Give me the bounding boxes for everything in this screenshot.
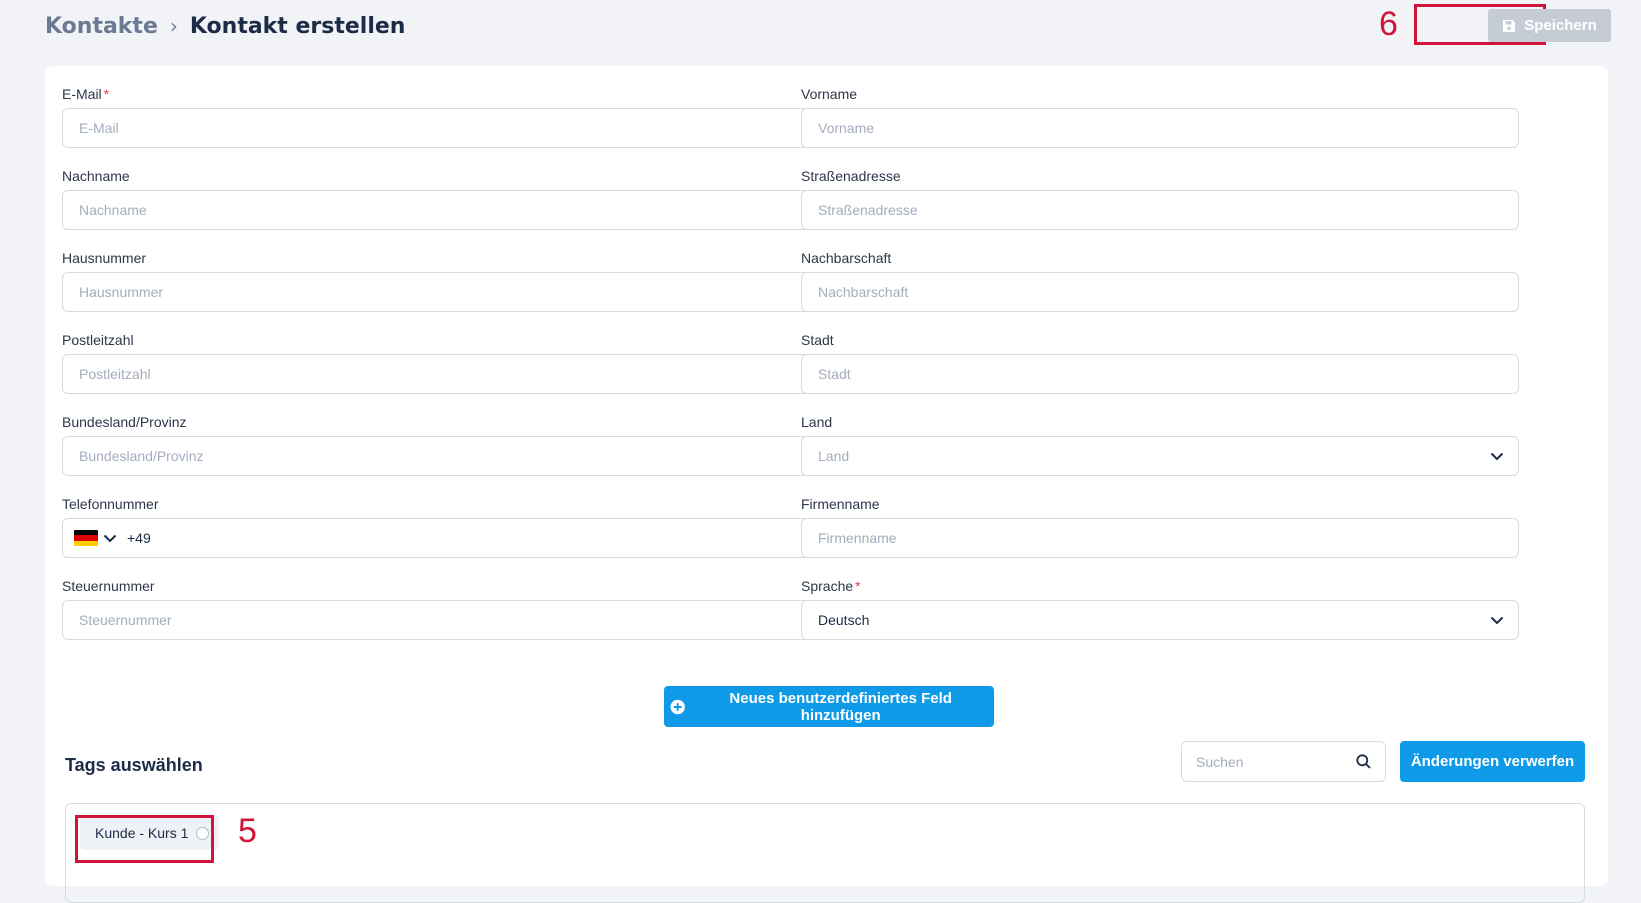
- tax-number-label: Steuernummer: [62, 578, 155, 594]
- page-title: Kontakt erstellen: [189, 13, 406, 39]
- last-name-label: Nachname: [62, 168, 130, 184]
- house-number-input[interactable]: Hausnummer: [62, 272, 815, 312]
- state-label: Bundesland/Provinz: [62, 414, 187, 430]
- required-marker: *: [103, 86, 110, 102]
- phone-country-code: +49: [127, 530, 151, 546]
- postal-code-field: Postleitzahl Postleitzahl: [62, 331, 815, 394]
- country-label: Land: [801, 414, 833, 430]
- last-name-field: Nachname Nachname: [62, 167, 815, 230]
- state-input[interactable]: Bundesland/Provinz: [62, 436, 815, 476]
- house-number-label: Hausnummer: [62, 250, 147, 266]
- first-name-input[interactable]: Vorname: [801, 108, 1519, 148]
- street-input[interactable]: Straßenadresse: [801, 190, 1519, 230]
- country-select[interactable]: Land: [801, 436, 1519, 476]
- breadcrumb-root-link[interactable]: Kontakte: [45, 14, 158, 39]
- language-select-value: Deutsch: [818, 612, 870, 628]
- phone-input[interactable]: +49: [62, 518, 815, 558]
- country-select-placeholder: Land: [818, 448, 850, 464]
- tags-list-panel: Kunde - Kurs 1: [65, 803, 1585, 903]
- add-custom-field-button[interactable]: Neues benutzerdefiniertes Feld hinzufüge…: [664, 686, 994, 727]
- company-input[interactable]: Firmenname: [801, 518, 1519, 558]
- required-marker: *: [855, 578, 861, 594]
- tags-search-input[interactable]: Suchen: [1181, 741, 1386, 782]
- annotation-box-tag: [75, 815, 214, 863]
- floppy-disk-icon: [1503, 19, 1516, 32]
- first-name-field: Vorname Vorname: [801, 85, 1519, 148]
- plus-circle-icon: [670, 699, 685, 714]
- tags-section-title: Tags auswählen: [65, 755, 203, 775]
- annotation-number-5: 5: [238, 812, 257, 850]
- neighborhood-input[interactable]: Nachbarschaft: [801, 272, 1519, 312]
- country-field: Land Land: [801, 413, 1519, 476]
- email-label: E-Mail *: [62, 86, 110, 102]
- phone-field: Telefonnummer +49: [62, 495, 815, 558]
- email-field: E-Mail * E-Mail: [62, 85, 815, 148]
- breadcrumb-separator: ›: [169, 14, 178, 38]
- chevron-down-icon[interactable]: [103, 531, 117, 545]
- discard-changes-button[interactable]: Änderungen verwerfen: [1400, 741, 1585, 782]
- postal-code-input[interactable]: Postleitzahl: [62, 354, 815, 394]
- neighborhood-label: Nachbarschaft: [801, 250, 892, 266]
- language-select[interactable]: Deutsch: [801, 600, 1519, 640]
- contact-form-card: E-Mail * E-Mail Vorname Vorname Nachname …: [45, 66, 1608, 903]
- state-field: Bundesland/Provinz Bundesland/Provinz: [62, 413, 815, 476]
- tags-search-placeholder: Suchen: [1196, 753, 1244, 770]
- save-button-label: Speichern: [1524, 17, 1597, 34]
- neighborhood-field: Nachbarschaft Nachbarschaft: [801, 249, 1519, 312]
- company-field: Firmenname Firmenname: [801, 495, 1519, 558]
- add-custom-field-label: Neues benutzerdefiniertes Feld hinzufüge…: [729, 689, 952, 724]
- annotation-number-6: 6: [1379, 5, 1398, 43]
- city-label: Stadt: [801, 332, 834, 348]
- city-field: Stadt Stadt: [801, 331, 1519, 394]
- germany-flag-icon[interactable]: [74, 530, 98, 546]
- tax-number-field: Steuernummer Steuernummer: [62, 577, 815, 640]
- tax-number-input[interactable]: Steuernummer: [62, 600, 815, 640]
- chevron-down-icon: [1490, 452, 1504, 461]
- street-field: Straßenadresse Straßenadresse: [801, 167, 1519, 230]
- save-button[interactable]: Speichern: [1488, 9, 1611, 42]
- first-name-label: Vorname: [801, 86, 858, 102]
- breadcrumb: Kontakte › Kontakt erstellen: [45, 10, 405, 42]
- language-field: Sprache * Deutsch: [801, 577, 1519, 640]
- house-number-field: Hausnummer Hausnummer: [62, 249, 815, 312]
- street-label: Straßenadresse: [801, 168, 901, 184]
- language-label: Sprache *: [801, 578, 861, 594]
- search-icon: [1356, 754, 1371, 769]
- company-label: Firmenname: [801, 496, 880, 512]
- last-name-input[interactable]: Nachname: [62, 190, 815, 230]
- chevron-down-icon: [1490, 616, 1504, 625]
- email-input[interactable]: E-Mail: [62, 108, 815, 148]
- postal-code-label: Postleitzahl: [62, 332, 134, 348]
- phone-label: Telefonnummer: [62, 496, 159, 512]
- city-input[interactable]: Stadt: [801, 354, 1519, 394]
